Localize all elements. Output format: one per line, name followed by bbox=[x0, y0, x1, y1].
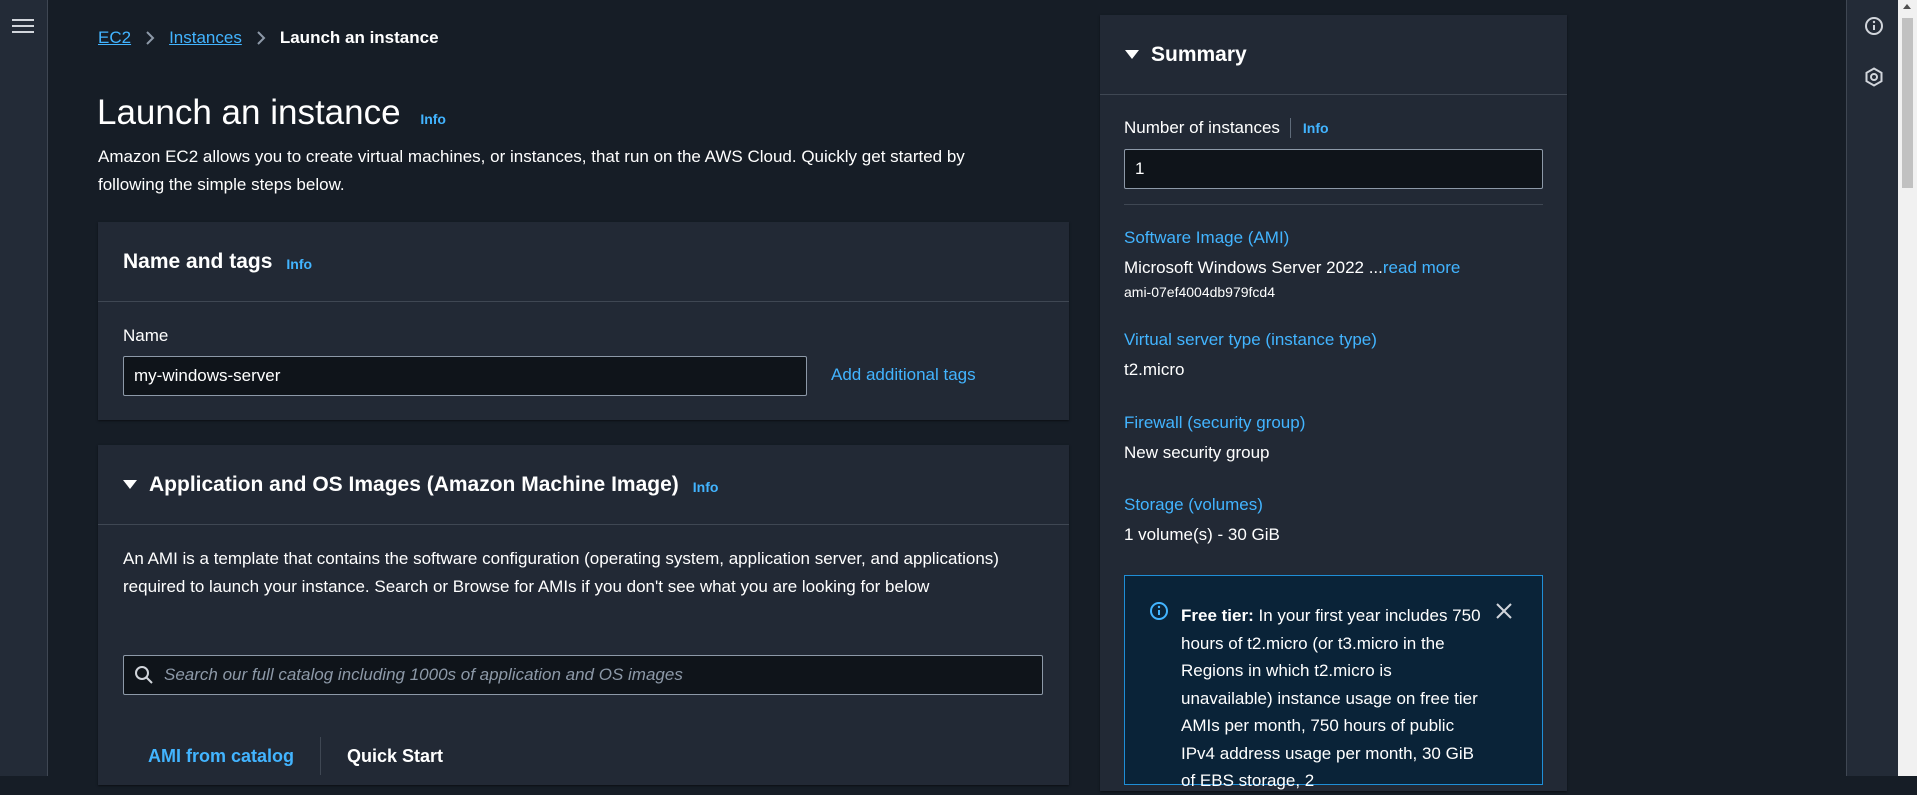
free-tier-text: In your first year includes 750 hours of… bbox=[1181, 606, 1481, 790]
info-circle-icon bbox=[1150, 602, 1168, 620]
divider bbox=[1289, 118, 1291, 138]
tab-quick-start[interactable]: Quick Start bbox=[347, 746, 443, 767]
free-tier-title: Free tier: bbox=[1181, 606, 1254, 625]
num-instances-input[interactable]: 1 bbox=[1124, 149, 1543, 189]
scrollbar[interactable] bbox=[1898, 0, 1917, 776]
firewall-label[interactable]: Firewall (security group) bbox=[1124, 413, 1305, 433]
info-icon[interactable] bbox=[1864, 16, 1884, 36]
page-info-link[interactable]: Info bbox=[420, 111, 446, 127]
ami-description: An AMI is a template that contains the s… bbox=[123, 549, 999, 596]
name-tags-header: Name and tags Info bbox=[98, 222, 1069, 302]
ami-summary-label[interactable]: Software Image (AMI) bbox=[1124, 228, 1289, 248]
page-description: Amazon EC2 allows you to create virtual … bbox=[98, 147, 965, 194]
num-instances-info-link[interactable]: Info bbox=[1303, 120, 1329, 136]
caret-down-icon bbox=[123, 480, 137, 489]
ami-panel: Application and OS Images (Amazon Machin… bbox=[98, 445, 1069, 785]
num-instances-label: Number of instances bbox=[1124, 118, 1280, 137]
free-tier-alert: Free tier: In your first year includes 7… bbox=[1124, 575, 1543, 790]
num-instances-row: Number of instances Info bbox=[1124, 118, 1329, 138]
summary-divider bbox=[1124, 204, 1543, 205]
ami-id: ami-07ef4004db979fcd4 bbox=[1124, 284, 1276, 300]
ami-info-link[interactable]: Info bbox=[693, 479, 719, 495]
chevron-right-icon bbox=[256, 31, 266, 45]
ami-tabs: AMI from catalog Quick Start bbox=[148, 737, 443, 775]
instance-type-value: t2.micro bbox=[1124, 360, 1185, 379]
firewall-value: New security group bbox=[1124, 443, 1270, 462]
ami-summary-value-row: Microsoft Windows Server 2022 ...read mo… bbox=[1124, 258, 1460, 278]
scroll-thumb[interactable] bbox=[1902, 18, 1913, 188]
read-more-link[interactable]: read more bbox=[1383, 258, 1460, 277]
ami-summary-value: Microsoft Windows Server 2022 ... bbox=[1124, 258, 1383, 277]
tab-ami-from-catalog[interactable]: AMI from catalog bbox=[148, 746, 294, 767]
name-label: Name bbox=[123, 326, 169, 345]
storage-label[interactable]: Storage (volumes) bbox=[1124, 495, 1263, 515]
ami-header[interactable]: Application and OS Images (Amazon Machin… bbox=[98, 445, 1069, 525]
ami-title: Application and OS Images (Amazon Machin… bbox=[149, 472, 679, 496]
page-title-text: Launch an instance bbox=[97, 93, 401, 132]
name-tags-title: Name and tags bbox=[123, 249, 273, 273]
scroll-up-arrow-icon[interactable] bbox=[1903, 4, 1911, 9]
page-title: Launch an instance Info bbox=[97, 93, 446, 133]
summary-title: Summary bbox=[1151, 42, 1247, 66]
right-utility-bar bbox=[1846, 0, 1898, 776]
search-icon bbox=[135, 666, 153, 684]
instance-type-label[interactable]: Virtual server type (instance type) bbox=[1124, 330, 1377, 350]
breadcrumb-current: Launch an instance bbox=[279, 28, 439, 47]
left-nav-bar bbox=[0, 0, 48, 776]
storage-value: 1 volume(s) - 30 GiB bbox=[1124, 525, 1280, 544]
breadcrumb: EC2 Instances Launch an instance bbox=[98, 28, 439, 48]
name-input[interactable]: my-windows-server bbox=[123, 356, 807, 396]
chevron-right-icon bbox=[145, 31, 155, 45]
caret-down-icon bbox=[1125, 50, 1139, 59]
ami-search-input[interactable]: Search our full catalog including 1000s … bbox=[123, 655, 1043, 695]
name-tags-panel: Name and tags Info Name my-windows-serve… bbox=[98, 222, 1069, 420]
breadcrumb-ec2[interactable]: EC2 bbox=[98, 28, 131, 48]
menu-icon[interactable] bbox=[12, 15, 34, 37]
breadcrumb-instances[interactable]: Instances bbox=[169, 28, 242, 48]
tab-divider bbox=[320, 737, 322, 775]
name-tags-info-link[interactable]: Info bbox=[286, 256, 312, 272]
add-tags-link[interactable]: Add additional tags bbox=[831, 365, 976, 385]
hexagon-settings-icon[interactable] bbox=[1864, 67, 1884, 87]
close-icon[interactable] bbox=[1495, 602, 1513, 620]
ami-search-placeholder: Search our full catalog including 1000s … bbox=[164, 665, 683, 684]
summary-header[interactable]: Summary bbox=[1100, 15, 1567, 95]
free-tier-text-block: Free tier: In your first year includes 7… bbox=[1181, 602, 1481, 795]
